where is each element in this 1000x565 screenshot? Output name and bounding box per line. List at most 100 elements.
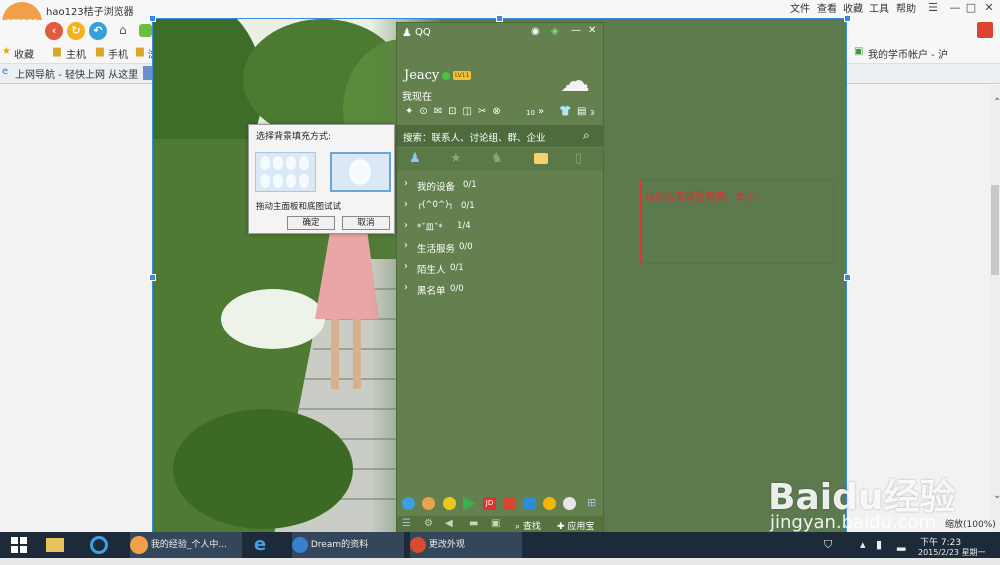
group-arrow-icon[interactable]: › (404, 178, 408, 189)
group-arrow-icon[interactable]: › (404, 261, 408, 272)
folder-icon: ▆ (136, 46, 144, 57)
vertical-scrollbar[interactable] (990, 85, 1000, 532)
tab-contacts-icon[interactable]: ♟ (409, 151, 421, 166)
background-fill-dialog[interactable]: 选择背景填充方式: 拖动主面板和底图试试 确定 取消 (248, 124, 395, 234)
group-name[interactable]: 生活服务 (417, 241, 455, 255)
tab-favorites-icon[interactable]: ★ (450, 151, 462, 166)
tray-up-icon[interactable]: ▴ (860, 532, 874, 558)
taskbar-item[interactable]: Dream的资料 (292, 532, 404, 558)
undo-icon[interactable]: ↶ (89, 22, 107, 40)
skin-menu-button[interactable]: ☰ (922, 0, 944, 16)
group-name[interactable]: 黑名单 (417, 283, 446, 297)
taskbar-item[interactable]: 我的经验_个人中... (130, 532, 242, 558)
resize-handle-right[interactable] (844, 274, 851, 281)
extension-icon[interactable] (977, 22, 993, 38)
app-store-button[interactable]: ✚ 应用宝 (557, 519, 594, 532)
menu-tools[interactable]: 工具 (869, 0, 889, 15)
tab-hao123[interactable]: 上网导航 - 轻快上网 从这里 (15, 66, 138, 81)
level-badge[interactable]: LV11 (453, 71, 472, 80)
taskbar-item[interactable]: 更改外观 (410, 532, 522, 558)
qq-main-panel[interactable]: ♟ QQ ◉ ◈ — ✕ Jeacy LV11 我现在 ☁ ✦⊙✉⊡◫✂⊗ 10… (396, 22, 604, 536)
file-explorer-icon[interactable] (46, 532, 68, 558)
menu-view[interactable]: 查看 (817, 0, 837, 15)
close-button[interactable]: ✕ (978, 0, 1000, 16)
back-icon[interactable]: ‹ (45, 22, 63, 40)
menu-file[interactable]: 文件 (790, 0, 810, 15)
group-arrow-icon[interactable]: › (404, 199, 408, 210)
video-icon[interactable] (463, 497, 476, 510)
annotation-box: 拉动边宽设置宽度、大小。 (640, 179, 834, 264)
dialog-title: 选择背景填充方式: (256, 132, 332, 142)
tab-groups-icon[interactable]: ♞ (491, 151, 503, 166)
app-grid-icon[interactable]: ⊞ (587, 496, 596, 509)
fav-host[interactable]: 主机 (66, 46, 86, 61)
qq-toolbar-icons[interactable]: ✦⊙✉⊡◫✂⊗ (405, 106, 585, 117)
group-name[interactable]: ┌(^0^)┐ (417, 200, 454, 210)
browser-taskbar-icon[interactable] (90, 532, 112, 558)
tray-shield-icon[interactable]: ⛉ (824, 532, 838, 558)
resize-handle-top[interactable] (496, 15, 503, 22)
start-button[interactable] (10, 532, 32, 558)
cloud-icon[interactable] (563, 497, 576, 510)
qzone-icon[interactable] (402, 497, 415, 510)
online-status-icon[interactable] (442, 72, 450, 80)
message-box-icon[interactable]: ▤ (577, 106, 586, 117)
qq-taskbar-icon (292, 536, 308, 553)
tray-battery-icon[interactable]: ▮ (876, 532, 890, 558)
group-name[interactable]: *ˇ皿ˇ* (417, 221, 443, 233)
qq-close-button[interactable]: ✕ (588, 25, 596, 36)
scrollbar-thumb[interactable] (991, 185, 999, 275)
music-icon[interactable] (443, 497, 456, 510)
tiled-penguin-icon (260, 156, 309, 188)
volume-icon[interactable]: ◀ (445, 518, 453, 529)
fav-phone[interactable]: 手机 (108, 46, 128, 61)
security-icon[interactable]: ◈ (551, 26, 559, 37)
gift-icon[interactable] (503, 497, 516, 510)
tab-more-icon[interactable]: ▯ (575, 151, 582, 166)
ok-button[interactable]: 确定 (287, 216, 335, 230)
site-icon: ▣ (854, 46, 864, 57)
menu-favorites[interactable]: 收藏 (843, 0, 863, 15)
weather-icon[interactable]: ☁ (560, 67, 590, 97)
medal-icon[interactable]: ◉ (531, 26, 540, 37)
menu-help[interactable]: 帮助 (896, 0, 916, 15)
qq-minimize-button[interactable]: — (571, 25, 581, 36)
fav-xuebi[interactable]: 我的学币帐户 - 沪 (868, 46, 948, 61)
home-icon[interactable]: ⌂ (119, 23, 127, 37)
tile-fill-option[interactable] (255, 152, 316, 192)
qq-search-bar[interactable]: 搜索：联系人、讨论组、群、企业 ⌕ (397, 125, 603, 147)
group-arrow-icon[interactable]: › (404, 240, 408, 251)
main-menu-icon[interactable]: ☰ (402, 518, 411, 529)
active-tab-icon[interactable] (143, 66, 152, 80)
find-button[interactable]: ⌕ 查找 (515, 519, 541, 532)
group-arrow-icon[interactable]: › (404, 282, 408, 293)
resize-handle-left[interactable] (149, 274, 156, 281)
favorites-label[interactable]: 收藏 (14, 46, 34, 61)
settings-icon[interactable]: ⚙ (424, 518, 433, 529)
ie-icon[interactable]: e (254, 532, 276, 558)
jd-icon[interactable]: JD (483, 497, 496, 510)
scroll-up-icon[interactable]: ⌃ (993, 97, 1000, 108)
resize-handle-top-right[interactable] (844, 15, 851, 22)
resize-handle-top-left[interactable] (149, 15, 156, 22)
folder-icon[interactable]: ▬ (469, 518, 478, 529)
group-arrow-icon[interactable]: › (404, 220, 408, 231)
tray-date[interactable]: 2015/2/23 星期一 (918, 547, 986, 558)
more-icon[interactable]: » (538, 106, 544, 117)
search-icon[interactable]: ⌕ (583, 128, 590, 143)
stretch-fill-option[interactable] (330, 152, 391, 192)
mailbox-icon[interactable]: ▣ (491, 518, 500, 529)
tab-recent-icon[interactable] (534, 153, 548, 164)
status-message[interactable]: 我现在 (402, 88, 432, 103)
refresh-icon[interactable]: ↻ (67, 22, 85, 40)
group-name[interactable]: 陌生人 (417, 262, 446, 276)
tray-network-icon[interactable]: ▂ (897, 532, 911, 558)
pc-manager-icon[interactable] (523, 497, 536, 510)
cancel-button[interactable]: 取消 (342, 216, 390, 230)
group-name[interactable]: 我的设备 (417, 179, 455, 193)
pet-icon[interactable] (543, 497, 556, 510)
qq-nickname[interactable]: Jeacy (404, 68, 439, 83)
skin-icon[interactable]: 👕 (559, 106, 571, 117)
scroll-down-icon[interactable]: ⌄ (993, 490, 1000, 501)
game-icon[interactable] (422, 497, 435, 510)
